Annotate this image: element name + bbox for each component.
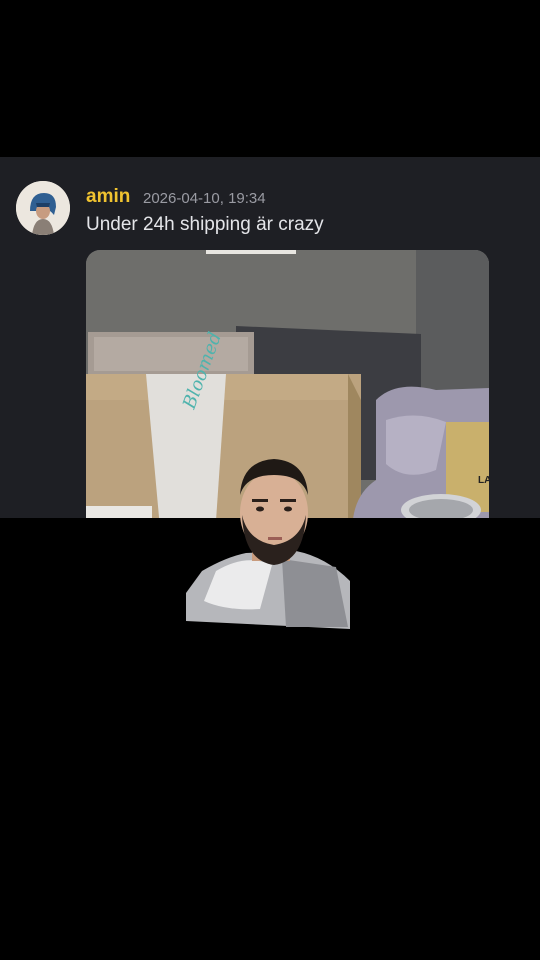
message-timestamp: 2026-04-10, 19:34: [143, 190, 266, 207]
user-avatar[interactable]: [16, 181, 70, 235]
streamer-facecam-icon: [186, 459, 350, 629]
streamer-facecam-overlay: [186, 441, 352, 629]
avatar-photo-icon: [16, 181, 70, 235]
can-label: LA: [478, 475, 489, 486]
message-username[interactable]: amin: [86, 186, 130, 208]
message-text: Under 24h shipping är crazy: [86, 214, 324, 235]
